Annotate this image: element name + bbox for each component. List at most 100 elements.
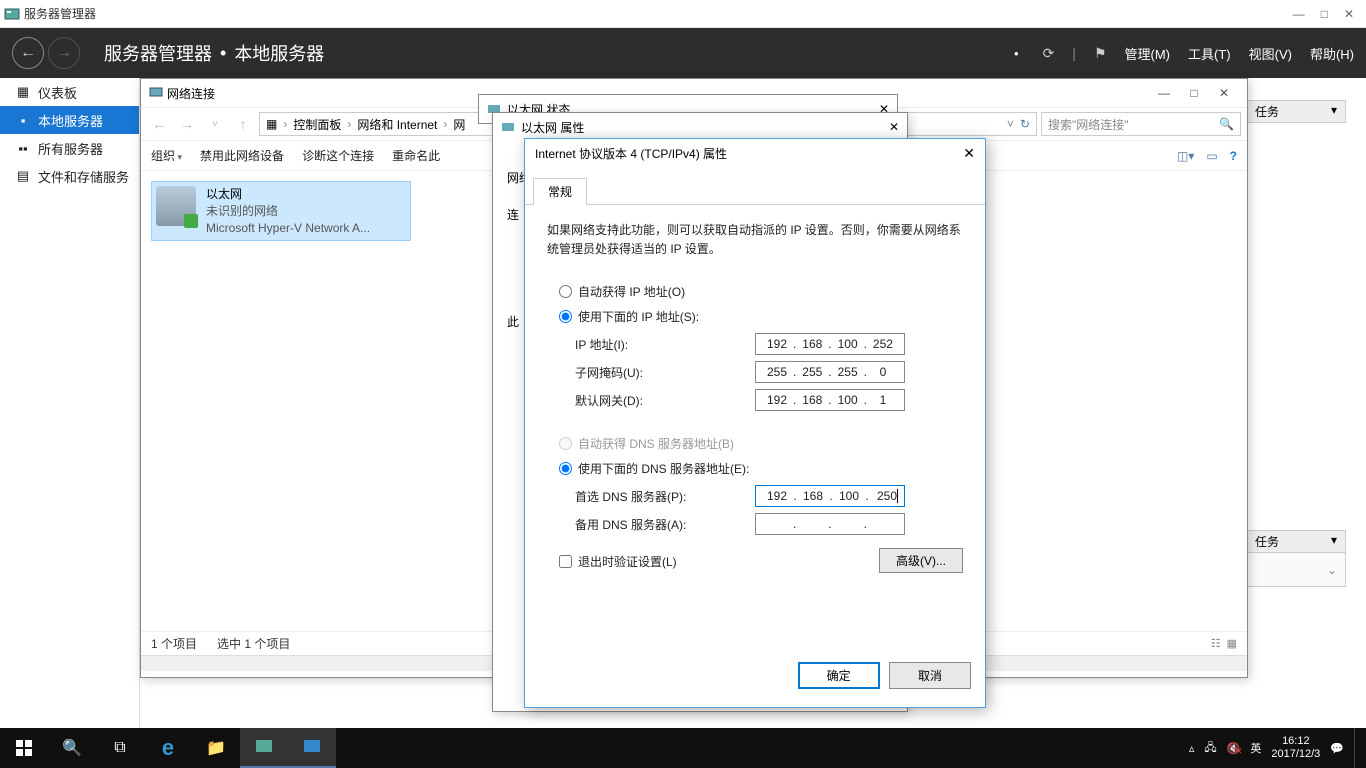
adapter-name: 以太网 [206, 186, 370, 203]
radio-use-dns[interactable]: 使用下面的 DNS 服务器地址(E): [559, 460, 963, 477]
chevron-down-icon: ▾ [1331, 533, 1337, 550]
selected-count: 选中 1 个项目 [217, 635, 290, 652]
up-button[interactable]: ↑ [231, 112, 255, 136]
radio-use-dns-input[interactable] [559, 462, 572, 475]
sidebar-item-local-server[interactable]: ▪ 本地服务器 [0, 106, 139, 134]
breadcrumb-page[interactable]: 本地服务器 [234, 40, 324, 66]
breadcrumb-seg[interactable]: 网络和 Internet [357, 116, 437, 133]
breadcrumb-root[interactable]: 服务器管理器 [104, 40, 212, 66]
radio-label: 使用下面的 DNS 服务器地址(E): [578, 460, 749, 477]
server-manager-taskbar-button[interactable] [240, 728, 288, 768]
sidebar-item-file-storage[interactable]: ▤文件和存储服务 [0, 162, 139, 190]
minimize-button[interactable]: — [1149, 86, 1179, 100]
preferred-dns-input[interactable]: 192. 168. 100. 250 [755, 485, 905, 507]
menu-help[interactable]: 帮助(H) [1310, 44, 1354, 63]
clock-time: 16:12 [1271, 735, 1320, 748]
rename-button[interactable]: 重命名此 [392, 147, 440, 164]
menu-view[interactable]: 视图(V) [1249, 44, 1292, 63]
clock-date: 2017/12/3 [1271, 748, 1320, 761]
chevron-down-icon: ▾ [1331, 103, 1337, 120]
menu-manage[interactable]: 管理(M) [1125, 44, 1171, 63]
diagnose-button[interactable]: 诊断这个连接 [302, 147, 374, 164]
tab-general[interactable]: 常规 [533, 178, 587, 205]
start-button[interactable] [0, 728, 48, 768]
back-button[interactable]: ← [12, 37, 44, 69]
show-desktop-button[interactable] [1354, 728, 1360, 768]
dashboard-icon: ▦ [16, 84, 30, 100]
recent-button[interactable]: ˅ [203, 112, 227, 136]
forward-button[interactable]: → [175, 112, 199, 136]
large-view-icon[interactable]: ▦ [1227, 637, 1237, 650]
ime-indicator[interactable]: 英 [1250, 740, 1261, 756]
network-tray-icon[interactable]: 🖧 [1204, 739, 1216, 758]
view-icons-button[interactable]: ◫▾ [1177, 149, 1194, 163]
dropdown-icon[interactable]: ˅ [1007, 117, 1014, 131]
refresh-icon[interactable]: ↻ [1020, 117, 1030, 131]
clock[interactable]: 16:12 2017/12/3 [1271, 735, 1320, 761]
ipv4-properties-dialog: Internet 协议版本 4 (TCP/IPv4) 属性 ✕ 常规 如果网络支… [524, 138, 986, 708]
maximize-button[interactable]: □ [1321, 7, 1328, 21]
close-button[interactable]: ✕ [1344, 7, 1354, 21]
sidebar-item-all-servers[interactable]: ▪▪ 所有服务器 [0, 134, 139, 162]
ethernet-small-icon [501, 120, 515, 134]
gateway-input[interactable]: 192. 168. 100. 1 [755, 389, 905, 411]
volume-icon[interactable]: 🔇✕ [1227, 742, 1241, 755]
validate-checkbox[interactable] [559, 555, 572, 568]
radio-auto-ip[interactable]: 自动获得 IP 地址(O) [559, 283, 963, 300]
back-button[interactable]: ← [147, 112, 171, 136]
alternate-dns-input[interactable]: . . . [755, 513, 905, 535]
radio-use-ip-input[interactable] [559, 310, 572, 323]
minimize-button[interactable]: — [1293, 7, 1305, 21]
ok-button[interactable]: 确定 [798, 662, 880, 689]
taskbar: 🔍 ⧉ e 📁 ▵ 🖧 🔇✕ 英 16:12 2017/12/3 💬 [0, 728, 1366, 768]
breadcrumb-seg[interactable]: 网 [453, 116, 465, 133]
sidebar-item-dashboard[interactable]: ▦仪表板 [0, 78, 139, 106]
chevron-down-icon[interactable]: ⌄ [1327, 563, 1337, 577]
breadcrumb: 服务器管理器 • 本地服务器 [104, 40, 324, 66]
label-dns2: 备用 DNS 服务器(A): [575, 516, 755, 533]
help-icon[interactable]: ? [1230, 149, 1237, 163]
disable-device-button[interactable]: 禁用此网络设备 [200, 147, 284, 164]
search-input[interactable]: 搜索"网络连接" 🔍 [1041, 112, 1241, 136]
radio-use-ip[interactable]: 使用下面的 IP 地址(S): [559, 308, 963, 325]
server-icon: ▪ [16, 113, 30, 128]
organize-button[interactable]: 组织 [151, 147, 182, 164]
label-ip: IP 地址(I): [575, 336, 755, 353]
details-view-icon[interactable]: ☷ [1211, 637, 1221, 650]
sidebar-item-label: 文件和存储服务 [38, 167, 129, 186]
forward-button[interactable]: → [48, 37, 80, 69]
maximize-button[interactable]: □ [1179, 86, 1209, 100]
sidebar-item-label: 所有服务器 [38, 139, 103, 158]
sidebar: ▦仪表板 ▪ 本地服务器 ▪▪ 所有服务器 ▤文件和存储服务 [0, 78, 140, 768]
cancel-button[interactable]: 取消 [889, 662, 971, 689]
tasks-pane: 任务▾ [1246, 100, 1346, 123]
view-details-button[interactable]: ▭ [1206, 149, 1217, 163]
action-center-icon[interactable]: 💬 [1330, 742, 1344, 755]
sidebar-item-label: 本地服务器 [38, 111, 103, 130]
radio-auto-ip-input[interactable] [559, 285, 572, 298]
advanced-button[interactable]: 高级(V)... [879, 548, 963, 573]
app-icon [4, 6, 20, 22]
breadcrumb-seg[interactable]: 控制面板 [293, 116, 341, 133]
explorer-button[interactable]: 📁 [192, 728, 240, 768]
close-button[interactable]: ✕ [963, 145, 975, 162]
tasks-dropdown[interactable]: 任务▾ [1246, 100, 1346, 123]
network-adapter-item[interactable]: 以太网 未识别的网络 Microsoft Hyper-V Network A..… [151, 181, 411, 241]
task-view-button[interactable]: ⧉ [96, 728, 144, 768]
ie-button[interactable]: e [144, 728, 192, 768]
tray-icon[interactable]: ▵ [1189, 742, 1195, 755]
close-button[interactable]: ✕ [1209, 86, 1239, 100]
tasks-dropdown[interactable]: 任务▾ [1246, 530, 1346, 553]
label-mask: 子网掩码(U): [575, 364, 755, 381]
servers-icon: ▪▪ [16, 141, 30, 156]
ip-address-input[interactable]: 192. 168. 100. 252 [755, 333, 905, 355]
subnet-mask-input[interactable]: 255. 255. 255. 0 [755, 361, 905, 383]
flag-icon[interactable]: ⚑ [1094, 45, 1107, 62]
control-panel-taskbar-button[interactable] [288, 728, 336, 768]
close-button[interactable]: ✕ [889, 120, 899, 134]
search-placeholder: 搜索"网络连接" [1048, 116, 1129, 133]
menu-tools[interactable]: 工具(T) [1188, 44, 1231, 63]
refresh-icon[interactable]: ⟳ [1043, 45, 1055, 62]
search-button[interactable]: 🔍 [48, 728, 96, 768]
control-panel-icon: ▦ [266, 117, 277, 131]
